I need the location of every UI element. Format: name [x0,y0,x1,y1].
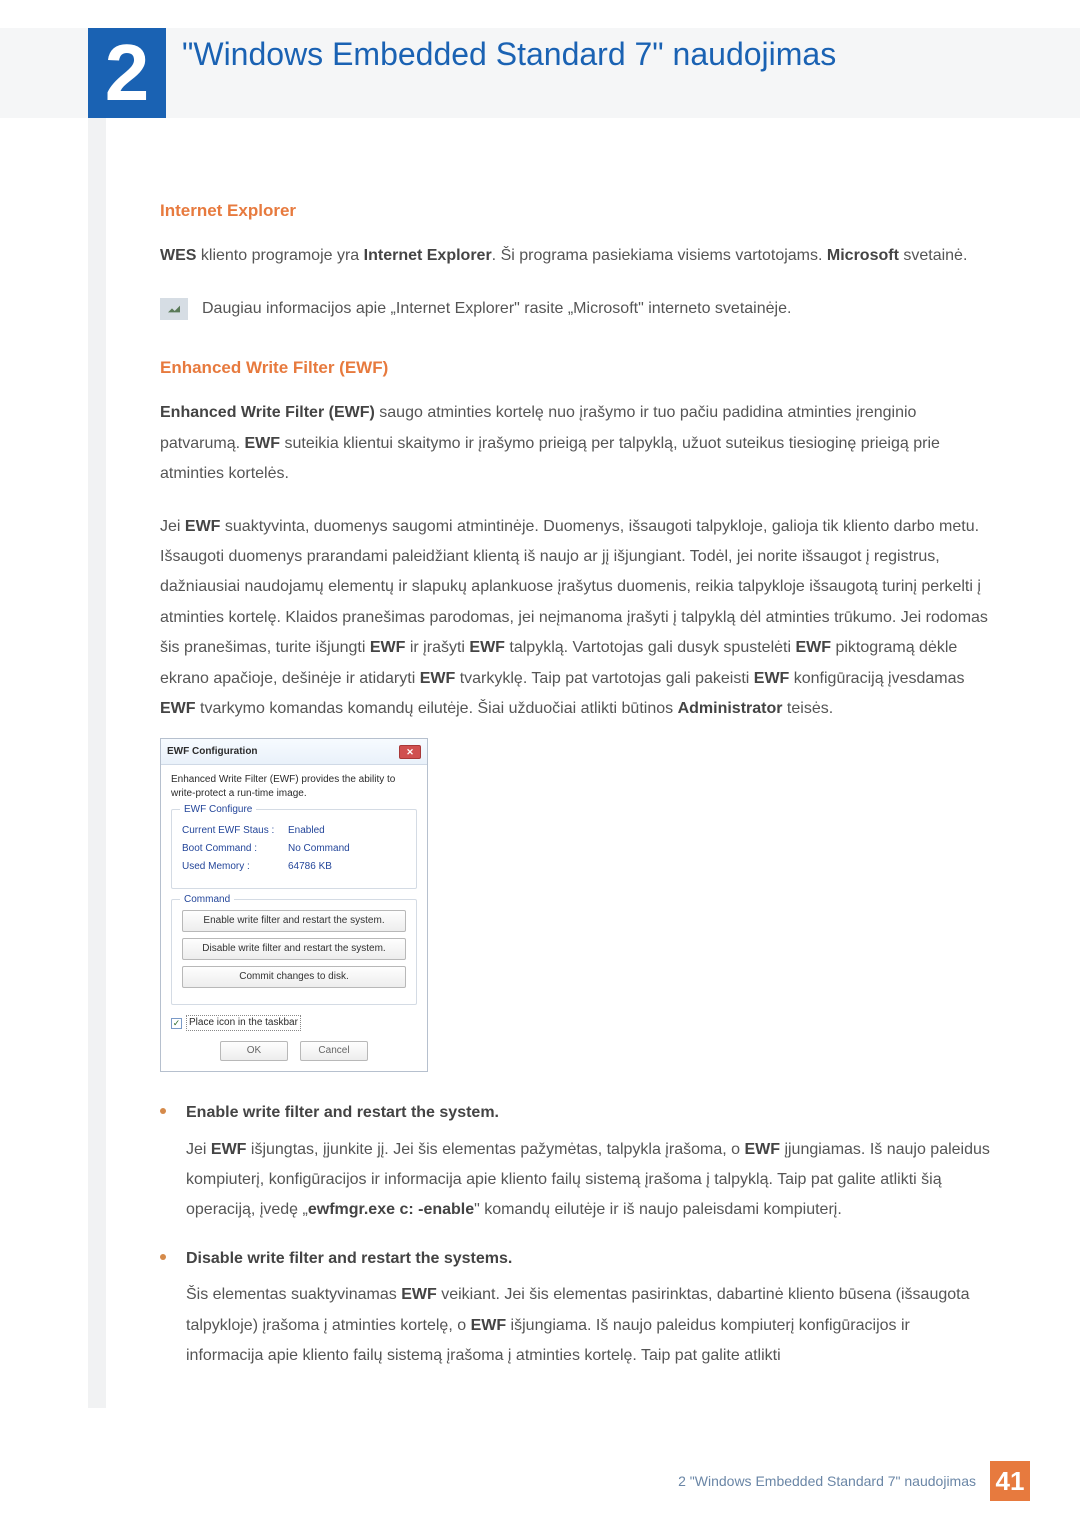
dialog-titlebar: EWF Configuration ✕ [161,739,427,765]
k: Boot Command : [182,842,282,856]
t: EWF [370,639,406,656]
t: EWF [754,670,790,687]
t: teisės. [782,700,833,717]
t: Enhanced Write Filter (EWF) [160,404,375,421]
t: . Ši programa pasiekiama visiems vartoto… [492,247,827,264]
t: ir įrašyti [405,639,469,656]
cancel-button[interactable]: Cancel [300,1041,368,1061]
t: Šis elementas suaktyvinamas [186,1286,401,1303]
li-body: Enable write filter and restart the syst… [186,1098,990,1226]
ok-button[interactable]: OK [220,1041,288,1061]
fieldset-command: Command Enable write filter and restart … [171,899,417,1005]
row-status: Current EWF Staus : Enabled [182,824,406,838]
v: 64786 KB [288,860,332,874]
content-area: Internet Explorer WES kliento programoje… [160,195,990,1389]
li-heading: Disable write filter and restart the sys… [186,1244,990,1274]
t: Administrator [678,700,783,717]
page-footer: 2 "Windows Embedded Standard 7" naudojim… [678,1461,1030,1501]
li-text: Jei EWF išjungtas, įjunkite jį. Jei šis … [186,1135,990,1226]
list-item: Enable write filter and restart the syst… [160,1098,990,1226]
note-row: Daugiau informacijos apie „Internet Expl… [160,294,990,324]
bullet-icon [160,1254,166,1260]
checkbox-icon[interactable]: ✓ [171,1018,182,1029]
legend-configure: EWF Configure [180,803,256,817]
t: Microsoft [827,247,899,264]
li-text: Šis elementas suaktyvinamas EWF veikiant… [186,1280,990,1371]
chapter-title: "Windows Embedded Standard 7" naudojimas [182,34,836,76]
li-heading: Enable write filter and restart the syst… [186,1098,990,1128]
left-accent-bar [88,28,106,1408]
dialog-body: Enhanced Write Filter (EWF) provides the… [161,765,427,1071]
t: " komandų eilutėje ir iš naujo paleisdam… [474,1201,842,1218]
commit-button[interactable]: Commit changes to disk. [182,966,406,988]
note-text: Daugiau informacijos apie „Internet Expl… [202,294,791,324]
t: WES [160,247,196,264]
t: svetainė. [899,247,967,264]
ie-paragraph: WES kliento programoje yra Internet Expl… [160,241,990,271]
ewf-p2: Jei EWF suaktyvinta, duomenys saugomi at… [160,512,990,725]
t: EWF [211,1141,247,1158]
taskbar-checkbox-row[interactable]: ✓ Place icon in the taskbar [171,1015,417,1031]
t: EWF [471,1317,507,1334]
t: kliento programoje yra [196,247,363,264]
ewf-dialog: EWF Configuration ✕ Enhanced Write Filte… [160,738,428,1072]
t: Jei [160,518,185,535]
chapter-number: 2 [88,28,166,118]
dialog-title-text: EWF Configuration [167,742,258,761]
t: EWF [420,670,456,687]
ewf-p1: Enhanced Write Filter (EWF) saugo atmint… [160,398,990,489]
t: EWF [401,1286,437,1303]
close-icon[interactable]: ✕ [399,745,421,759]
t: EWF [160,700,196,717]
list-item: Disable write filter and restart the sys… [160,1244,990,1372]
t: EWF [744,1141,780,1158]
t: talpyklą. Vartotojas gali dusyk spustelė… [505,639,796,656]
disable-button[interactable]: Disable write filter and restart the sys… [182,938,406,960]
t: išjungtas, įjunkite jį. Jei šis elementa… [246,1141,744,1158]
row-memory: Used Memory : 64786 KB [182,860,406,874]
fieldset-configure: EWF Configure Current EWF Staus :Enabled… [171,809,417,889]
dialog-footer: OK Cancel [171,1041,417,1061]
t: EWF [244,435,280,452]
t: EWF [795,639,831,656]
legend-command: Command [180,893,234,907]
v: Enabled [288,824,325,838]
enable-button[interactable]: Enable write filter and restart the syst… [182,910,406,932]
row-boot: Boot Command : No Command [182,842,406,856]
t: tvarkyklę. Taip pat vartotojas gali pake… [455,670,754,687]
k: Current EWF Staus : [182,824,282,838]
note-icon [160,298,188,320]
t: Jei [186,1141,211,1158]
t: EWF [469,639,505,656]
checkbox-label: Place icon in the taskbar [186,1015,301,1031]
v: No Command [288,842,350,856]
t: konfigūraciją įvesdamas [789,670,964,687]
bullet-icon [160,1108,166,1114]
bullet-list: Enable write filter and restart the syst… [160,1098,990,1371]
t: suaktyvinta, duomenys saugomi atmintinėj… [160,518,988,657]
footer-text: 2 "Windows Embedded Standard 7" naudojim… [678,1473,976,1489]
t: tvarkymo komandas komandų eilutėje. Šiai… [196,700,678,717]
heading-internet-explorer: Internet Explorer [160,195,990,227]
k: Used Memory : [182,860,282,874]
page-number: 41 [990,1461,1030,1501]
li-body: Disable write filter and restart the sys… [186,1244,990,1372]
dialog-description: Enhanced Write Filter (EWF) provides the… [171,773,417,801]
t: ewfmgr.exe c: -enable [308,1201,474,1218]
t: Internet Explorer [364,247,492,264]
t: EWF [185,518,221,535]
heading-ewf: Enhanced Write Filter (EWF) [160,352,990,384]
